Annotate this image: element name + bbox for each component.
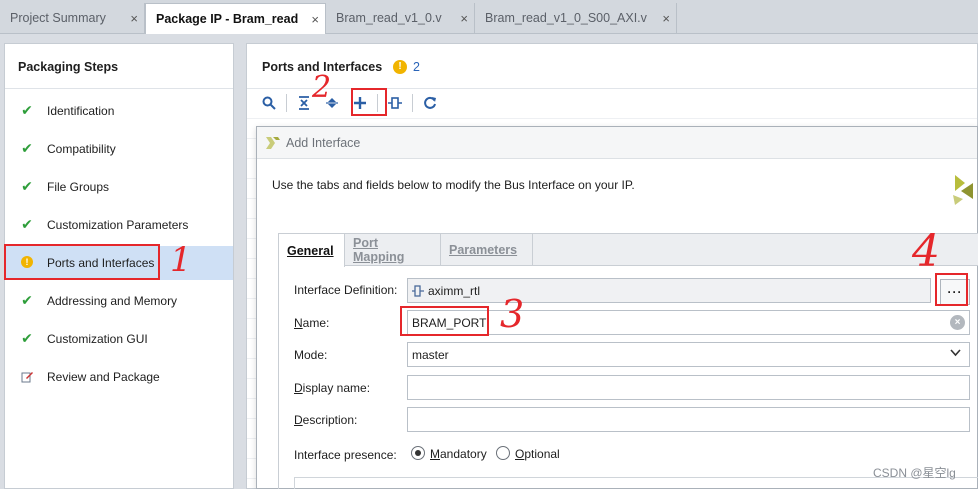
- step-customization-parameters[interactable]: ✔ Customization Parameters: [5, 208, 233, 242]
- name-input[interactable]: BRAM_PORT ×: [407, 310, 970, 335]
- tab-label: Bram_read_v1_0_S00_AXI.v: [485, 11, 647, 25]
- divider: [247, 88, 977, 89]
- step-customization-gui[interactable]: ✔ Customization GUI: [5, 322, 233, 356]
- display-name-label: Display name:: [294, 381, 371, 395]
- mode-select[interactable]: master: [407, 342, 970, 367]
- panel-title: Packaging Steps: [18, 60, 119, 74]
- step-label: Identification: [47, 104, 115, 118]
- step-file-groups[interactable]: ✔ File Groups: [5, 170, 233, 204]
- collapse-all-icon[interactable]: [290, 90, 318, 116]
- search-icon[interactable]: [255, 90, 283, 116]
- step-addressing-and-memory[interactable]: ✔ Addressing and Memory: [5, 284, 233, 318]
- mode-label: Mode:: [294, 348, 328, 362]
- interface-definition-field: aximm_rtl: [407, 278, 931, 303]
- warning-count[interactable]: 2: [413, 60, 420, 74]
- tab-label: Port Mapping: [353, 236, 405, 264]
- toolbar-separator: [286, 94, 287, 112]
- close-icon[interactable]: ×: [662, 11, 670, 26]
- tab-bram-read-v[interactable]: Bram_read_v1_0.v ×: [326, 3, 475, 33]
- interface-definition-label: Interface Definition:: [294, 283, 398, 297]
- dialog-titlebar[interactable]: Add Interface: [257, 127, 977, 159]
- step-label: File Groups: [47, 180, 110, 194]
- chevron-down-icon: [950, 348, 961, 360]
- tab-package-ip[interactable]: Package IP - Bram_read ×: [145, 3, 326, 34]
- description-label: Description:: [294, 413, 358, 427]
- step-ports-and-interfaces[interactable]: ! Ports and Interfaces: [5, 246, 233, 280]
- interface-icon: [412, 284, 424, 297]
- step-review-and-package[interactable]: Review and Package: [5, 360, 233, 394]
- tab-label: Project Summary: [10, 11, 106, 25]
- check-icon: ✔: [21, 291, 33, 308]
- dialog-tab-strip: General Port Mapping Parameters: [279, 234, 978, 267]
- optional-radio[interactable]: [496, 446, 510, 460]
- description-input[interactable]: [407, 407, 970, 432]
- vivado-logo-icon: [266, 137, 280, 149]
- close-icon[interactable]: ×: [311, 12, 319, 27]
- presence-label: Interface presence:: [294, 448, 397, 462]
- packaging-steps-panel: Packaging Steps ✔ Identification ✔ Compa…: [4, 43, 234, 489]
- tab-label: Parameters: [449, 243, 518, 257]
- check-icon: ✔: [21, 215, 33, 232]
- warning-icon: !: [19, 254, 35, 270]
- tab-label: General: [287, 243, 334, 258]
- tab-port-mapping[interactable]: Port Mapping: [345, 234, 441, 266]
- toolbar-separator: [412, 94, 413, 112]
- toolbar-separator: [377, 94, 378, 112]
- tab-label: Bram_read_v1_0.v: [336, 11, 442, 25]
- check-icon: ✔: [21, 139, 33, 156]
- divider: [5, 88, 233, 89]
- tab-general[interactable]: General: [279, 234, 345, 267]
- mandatory-label: Mandatory: [430, 447, 487, 461]
- step-compatibility[interactable]: ✔ Compatibility: [5, 132, 233, 166]
- mandatory-radio[interactable]: [411, 446, 425, 460]
- step-label: Addressing and Memory: [47, 294, 178, 308]
- expand-all-icon[interactable]: [318, 90, 346, 116]
- tab-parameters[interactable]: Parameters: [441, 234, 533, 266]
- step-label: Customization GUI: [47, 332, 148, 346]
- refresh-icon[interactable]: [416, 90, 444, 116]
- warning-icon: !: [393, 60, 407, 74]
- step-label: Customization Parameters: [47, 218, 189, 232]
- tab-bram-read-axi-v[interactable]: Bram_read_v1_0_S00_AXI.v ×: [475, 3, 677, 33]
- close-icon[interactable]: ×: [130, 11, 138, 26]
- step-label: Compatibility: [47, 142, 116, 156]
- close-icon[interactable]: ×: [460, 11, 468, 26]
- step-identification[interactable]: ✔ Identification: [5, 94, 233, 128]
- panel-title: Ports and Interfaces: [262, 60, 383, 74]
- add-interface-dialog: Add Interface Use the tabs and fields be…: [256, 126, 978, 489]
- add-icon[interactable]: [346, 90, 374, 116]
- tab-label: Package IP - Bram_read: [156, 12, 299, 26]
- vivado-logo-icon: [953, 175, 973, 205]
- name-value: BRAM_PORT: [412, 315, 487, 330]
- display-name-input[interactable]: [407, 375, 970, 400]
- step-label: Review and Package: [47, 370, 160, 384]
- check-icon: ✔: [21, 177, 33, 194]
- tab-project-summary[interactable]: Project Summary ×: [0, 3, 145, 33]
- editor-tab-bar: Project Summary × Package IP - Bram_read…: [0, 0, 978, 34]
- dialog-description: Use the tabs and fields below to modify …: [272, 178, 635, 192]
- interface-definition-value: aximm_rtl: [428, 283, 481, 298]
- clear-icon[interactable]: ×: [950, 315, 965, 330]
- optional-label: Optional: [515, 447, 560, 461]
- check-icon: ✔: [21, 101, 33, 118]
- check-icon: ✔: [21, 329, 33, 346]
- dialog-title: Add Interface: [286, 136, 361, 150]
- edit-icon: [19, 368, 35, 384]
- mode-value: master: [412, 347, 449, 362]
- browse-interface-button[interactable]: ···: [940, 279, 970, 305]
- name-label: Name:: [294, 316, 330, 330]
- step-label: Ports and Interfaces: [47, 256, 155, 270]
- edit-port-icon[interactable]: [381, 90, 409, 116]
- watermark: CSDN @星空lg: [873, 466, 956, 480]
- ports-toolbar: [255, 90, 444, 116]
